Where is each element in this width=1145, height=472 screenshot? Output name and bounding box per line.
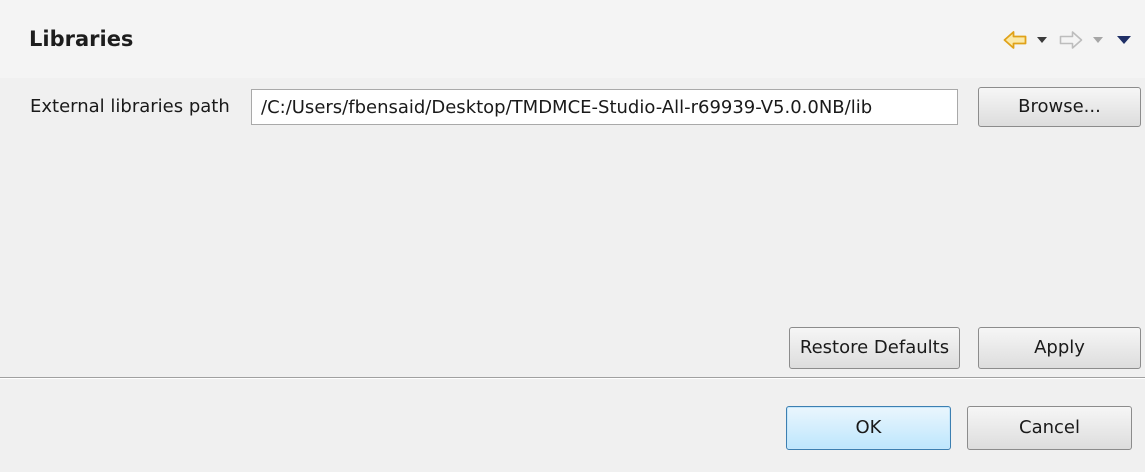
restore-defaults-button[interactable]: Restore Defaults — [789, 327, 960, 369]
page-title: Libraries — [29, 27, 134, 51]
back-history-chevron-down-icon[interactable] — [1037, 37, 1047, 43]
view-menu-icon[interactable] — [1117, 36, 1131, 44]
back-arrow-icon[interactable] — [1003, 30, 1027, 50]
apply-button[interactable]: Apply — [978, 327, 1141, 369]
dialog-separator — [0, 377, 1145, 379]
ok-button[interactable]: OK — [786, 406, 951, 450]
browse-button[interactable]: Browse... — [978, 87, 1141, 127]
forward-history-chevron-down-icon — [1093, 37, 1103, 43]
page-header: Libraries — [0, 0, 1145, 78]
history-navigation — [1003, 28, 1131, 52]
external-libraries-path-label: External libraries path — [30, 96, 230, 117]
forward-arrow-icon — [1059, 31, 1083, 49]
external-libraries-path-input[interactable] — [251, 89, 958, 125]
cancel-button[interactable]: Cancel — [967, 406, 1132, 450]
